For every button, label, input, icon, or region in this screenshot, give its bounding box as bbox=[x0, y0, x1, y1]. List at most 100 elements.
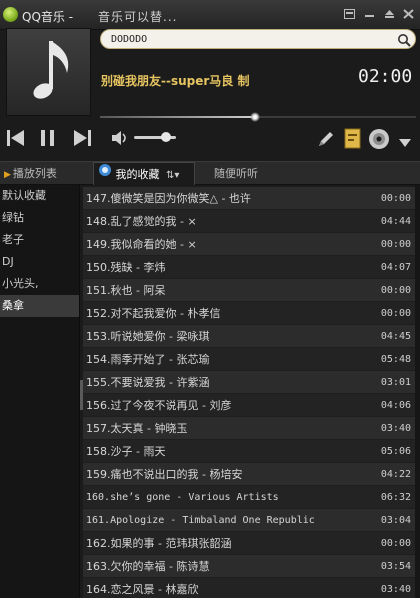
tab-label: 随便听听 bbox=[214, 167, 258, 180]
song-row[interactable]: 157.太天真 - 钟晓玉 03:40 bbox=[83, 417, 415, 440]
sidebar-item[interactable]: 绿钻 bbox=[0, 207, 79, 229]
song-name: 164.恋之风景 - 林嘉欣 bbox=[86, 583, 199, 596]
song-row[interactable]: 161.Apologize - Timbaland One Republic 03… bbox=[83, 509, 415, 532]
sidebar-item[interactable]: 老子 bbox=[0, 229, 79, 251]
song-row[interactable]: 154.雨季开始了 - 张芯瑜 05:48 bbox=[83, 348, 415, 371]
song-row[interactable]: 164.恋之风景 - 林嘉欣 03:40 bbox=[83, 578, 415, 598]
song-duration: 00:00 bbox=[380, 193, 411, 204]
song-name: 150.残缺 - 李炜 bbox=[86, 261, 166, 274]
app-title: QQ音乐 - bbox=[22, 10, 74, 24]
song-row[interactable]: 152.对不起我爱你 - 朴孝信 00:00 bbox=[83, 302, 415, 325]
tab-bar: ▶ 播放列表 我的收藏 ⇅▾ 随便听听 bbox=[0, 161, 420, 185]
song-row[interactable]: 151.秋也 - 阿呆 00:00 bbox=[83, 279, 415, 302]
song-row[interactable]: 153.听说她爱你 - 梁咏琪 04:45 bbox=[83, 325, 415, 348]
song-name: 160.she’s gone - Various Artists bbox=[86, 492, 279, 503]
song-duration: 03:54 bbox=[380, 561, 411, 572]
song-row[interactable]: 148.乱了感觉的我 - × 04:44 bbox=[83, 210, 415, 233]
song-name: 147.傻微笑是因为你微笑△ - 也许 bbox=[86, 192, 251, 205]
sidebar-item[interactable]: 默认收藏 bbox=[0, 185, 79, 207]
progress-knob[interactable] bbox=[249, 112, 260, 122]
volume-icon[interactable] bbox=[110, 129, 130, 151]
song-name: 156.过了今夜不说再见 - 刘彦 bbox=[86, 399, 232, 412]
favorites-sidebar: 默认收藏 绿钻 老子 DJ 小光头, 桑拿 bbox=[0, 185, 80, 598]
song-duration: 04:44 bbox=[380, 216, 411, 227]
edit-pencil-icon[interactable] bbox=[316, 129, 336, 153]
song-duration: 03:40 bbox=[380, 584, 411, 595]
song-name: 152.对不起我爱你 - 朴孝信 bbox=[86, 307, 221, 320]
song-duration: 00:00 bbox=[380, 308, 411, 319]
song-name: 162.如果的事 - 范玮琪张韶涵 bbox=[86, 537, 232, 550]
qq-music-logo-icon bbox=[3, 7, 18, 22]
song-row[interactable]: 149.我似命看的她 - × 00:00 bbox=[83, 233, 415, 256]
song-name: 158.沙子 - 雨天 bbox=[86, 445, 166, 458]
sidebar-item[interactable]: DJ bbox=[0, 251, 79, 273]
song-duration: 03:40 bbox=[380, 423, 411, 434]
song-row[interactable]: 163.欠你的幸福 - 陈诗慧 03:54 bbox=[83, 555, 415, 578]
volume-slider[interactable] bbox=[134, 132, 176, 142]
minimize-icon[interactable] bbox=[384, 9, 395, 19]
mini-mode-icon[interactable] bbox=[364, 9, 375, 19]
search-icon[interactable] bbox=[397, 32, 411, 51]
song-row[interactable]: 159.痛也不说出口的我 - 杨培安 04:22 bbox=[83, 463, 415, 486]
song-duration: 00:00 bbox=[380, 239, 411, 250]
song-name: 151.秋也 - 阿呆 bbox=[86, 284, 166, 297]
close-icon[interactable] bbox=[403, 9, 414, 19]
volume-knob[interactable] bbox=[160, 132, 171, 142]
song-duration: 03:04 bbox=[380, 515, 411, 526]
song-duration: 04:06 bbox=[380, 400, 411, 411]
song-row[interactable]: 158.沙子 - 雨天 05:06 bbox=[83, 440, 415, 463]
song-name: 157.太天真 - 钟晓玉 bbox=[86, 422, 188, 435]
tab-label: 我的收藏 bbox=[115, 168, 160, 181]
qq-music-logo-icon bbox=[98, 162, 112, 185]
sidebar-item-selected[interactable]: 桑拿 bbox=[0, 295, 79, 317]
song-name: 149.我似命看的她 - × bbox=[86, 238, 197, 251]
song-name: 155.不要说爱我 - 许紫涵 bbox=[86, 376, 210, 389]
song-duration: 04:07 bbox=[380, 262, 411, 273]
marquee-text: 音乐可以替... bbox=[98, 10, 178, 24]
song-duration: 03:01 bbox=[380, 377, 411, 388]
song-name: 159.痛也不说出口的我 - 杨培安 bbox=[86, 468, 243, 481]
tab-my-favorites[interactable]: 我的收藏 ⇅▾ bbox=[93, 162, 195, 185]
song-duration: 04:22 bbox=[380, 469, 411, 480]
previous-button[interactable] bbox=[6, 128, 26, 152]
elapsed-time: 02:00 bbox=[358, 66, 413, 87]
album-cover bbox=[6, 28, 91, 116]
now-playing-title: 别碰我朋友--super马良 制 bbox=[101, 74, 250, 88]
tab-random-listen[interactable]: 随便听听 bbox=[214, 162, 284, 185]
pause-button[interactable] bbox=[38, 128, 58, 152]
sidebar-item[interactable]: 小光头, bbox=[0, 273, 79, 295]
song-duration: 05:48 bbox=[380, 354, 411, 365]
song-name: 148.乱了感觉的我 - × bbox=[86, 215, 197, 228]
next-button[interactable] bbox=[72, 128, 92, 152]
scrollbar[interactable] bbox=[415, 185, 420, 598]
tab-label: 播放列表 bbox=[12, 167, 57, 180]
sort-icon[interactable]: ⇅▾ bbox=[166, 170, 179, 181]
song-duration: 06:32 bbox=[380, 492, 411, 503]
song-row[interactable]: 156.过了今夜不说再见 - 刘彦 04:06 bbox=[83, 394, 415, 417]
song-row[interactable]: 160.she’s gone - Various Artists 06:32 bbox=[83, 486, 415, 509]
cd-disc-icon[interactable] bbox=[368, 128, 390, 154]
title-bar: QQ音乐 - 音乐可以替... bbox=[0, 0, 420, 30]
song-row[interactable]: 155.不要说爱我 - 许紫涵 03:01 bbox=[83, 371, 415, 394]
song-duration: 04:45 bbox=[380, 331, 411, 342]
song-duration: 05:06 bbox=[380, 446, 411, 457]
tab-playlist[interactable]: ▶ 播放列表 bbox=[4, 162, 90, 185]
skin-icon[interactable] bbox=[344, 9, 355, 19]
song-name: 161.Apologize - Timbaland One Republic bbox=[86, 515, 315, 526]
triangle-right-icon: ▶ bbox=[4, 170, 11, 180]
song-name: 154.雨季开始了 - 张芯瑜 bbox=[86, 353, 210, 366]
lyrics-note-icon[interactable] bbox=[344, 128, 362, 154]
music-note-icon bbox=[33, 41, 69, 99]
song-name: 163.欠你的幸福 - 陈诗慧 bbox=[86, 560, 210, 573]
song-row[interactable]: 150.残缺 - 李炜 04:07 bbox=[83, 256, 415, 279]
progress-bar[interactable] bbox=[100, 112, 416, 122]
song-row[interactable]: 162.如果的事 - 范玮琪张韶涵 00:00 bbox=[83, 532, 415, 555]
song-name: 153.听说她爱你 - 梁咏琪 bbox=[86, 330, 210, 343]
progress-fill bbox=[100, 116, 255, 118]
song-list: 147.傻微笑是因为你微笑△ - 也许 00:00 148.乱了感觉的我 - × 0… bbox=[83, 187, 415, 598]
search-box bbox=[100, 29, 416, 49]
chevron-down-icon[interactable] bbox=[398, 133, 412, 152]
song-row[interactable]: 147.傻微笑是因为你微笑△ - 也许 00:00 bbox=[83, 187, 415, 210]
song-duration: 00:00 bbox=[380, 538, 411, 549]
search-input[interactable] bbox=[111, 32, 391, 47]
